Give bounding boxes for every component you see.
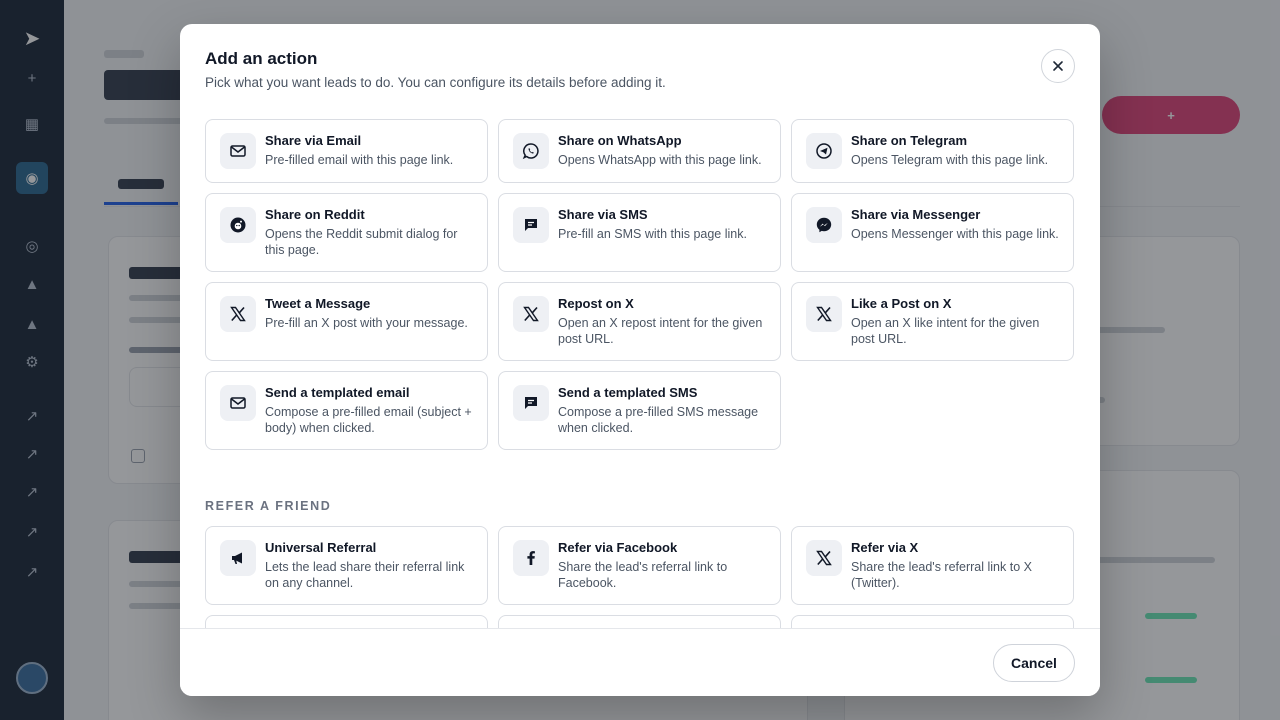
action-card-title: Share via SMS	[558, 207, 648, 222]
action-card-title: Send a templated SMS	[558, 385, 698, 400]
action-card-share-on-telegram[interactable]: Share on Telegram Opens Telegram with thi…	[791, 119, 1074, 183]
action-card-title: Share via Email	[265, 133, 362, 148]
action-card-refer-via-linkedin[interactable]: Refer via LinkedIn	[498, 615, 781, 628]
action-card-refer-via-x[interactable]: Refer via X Share the lead's referral lin…	[791, 526, 1074, 605]
action-card-tweet-a-message[interactable]: Tweet a Message Pre-fill an X post with y…	[205, 282, 488, 361]
mail-icon	[220, 133, 256, 169]
action-card-description: Compose a pre-filled email (subject + bo…	[265, 405, 472, 435]
mail-icon	[220, 385, 256, 421]
action-card-title: Universal Referral	[265, 540, 377, 555]
action-card-description: Lets the lead share their referral link …	[265, 560, 465, 590]
action-card-description: Opens WhatsApp with this page link.	[558, 153, 762, 167]
action-card-title: Share via Messenger	[851, 207, 981, 222]
modal-subtitle: Pick what you want leads to do. You can …	[205, 75, 666, 90]
close-button[interactable]	[1041, 49, 1075, 83]
action-card-send-a-templated-email[interactable]: Send a templated email Compose a pre-fill…	[205, 371, 488, 450]
action-card-description: Share the lead's referral link to X (Twi…	[851, 560, 1032, 590]
action-card-title: Send a templated email	[265, 385, 410, 400]
action-card-universal-referral[interactable]: Universal Referral Lets the lead share th…	[205, 526, 488, 605]
action-card-description: Pre-fill an X post with your message.	[265, 316, 468, 330]
action-card-like-a-post-on-x[interactable]: Like a Post on X Open an X like intent fo…	[791, 282, 1074, 361]
action-card-description: Open an X like intent for the given post…	[851, 316, 1040, 346]
action-card-share-on-reddit[interactable]: Share on Reddit Opens the Reddit submit d…	[205, 193, 488, 272]
action-card-send-a-templated-sms[interactable]: Send a templated SMS Compose a pre-filled…	[498, 371, 781, 450]
close-icon	[1053, 61, 1063, 71]
action-card-description: Compose a pre-filled SMS message when cl…	[558, 405, 759, 435]
action-card-title: Share on Reddit	[265, 207, 365, 222]
messenger-icon	[806, 207, 842, 243]
action-card-description: Pre-filled email with this page link.	[265, 153, 454, 167]
cancel-button[interactable]: Cancel	[993, 644, 1075, 682]
x-icon	[806, 540, 842, 576]
action-card-description: Share the lead's referral link to Facebo…	[558, 560, 728, 590]
action-card-title: Tweet a Message	[265, 296, 371, 311]
action-card-refer-via-email[interactable]: Refer via Email	[205, 615, 488, 628]
action-card-title: Repost on X	[558, 296, 634, 311]
action-card-share-via-sms[interactable]: Share via SMS Pre-fill an SMS with this p…	[498, 193, 781, 272]
action-card-description: Open an X repost intent for the given po…	[558, 316, 763, 346]
action-card-description: Opens the Reddit submit dialog for this …	[265, 227, 458, 257]
modal-footer: Cancel	[180, 628, 1100, 696]
x-icon	[513, 296, 549, 332]
action-card-description: Opens Messenger with this page link.	[851, 227, 1059, 241]
action-card-share-via-messenger[interactable]: Share via Messenger Opens Messenger with …	[791, 193, 1074, 272]
refer-actions-grid: Universal Referral Lets the lead share th…	[205, 526, 1074, 628]
add-action-modal: Add an action Pick what you want leads t…	[180, 24, 1100, 696]
x-icon	[806, 296, 842, 332]
action-card-refer-via-messenger[interactable]: Refer via Messenger	[791, 615, 1074, 628]
megaphone-icon	[220, 540, 256, 576]
action-card-description: Opens Telegram with this page link.	[851, 153, 1049, 167]
action-card-repost-on-x[interactable]: Repost on X Open an X repost intent for t…	[498, 282, 781, 361]
section-label-refer: REFER A FRIEND	[205, 499, 332, 513]
facebook-icon	[513, 540, 549, 576]
share-actions-grid: Share via Email Pre-filled email with thi…	[205, 119, 1074, 450]
sms-icon	[513, 385, 549, 421]
modal-title: Add an action	[205, 49, 318, 68]
action-card-title: Refer via Facebook	[558, 540, 678, 555]
whatsapp-icon	[513, 133, 549, 169]
action-card-share-via-email[interactable]: Share via Email Pre-filled email with thi…	[205, 119, 488, 183]
action-card-share-on-whatsapp[interactable]: Share on WhatsApp Opens WhatsApp with thi…	[498, 119, 781, 183]
action-card-title: Refer via X	[851, 540, 919, 555]
action-card-title: Share on Telegram	[851, 133, 968, 148]
action-card-description: Pre-fill an SMS with this page link.	[558, 227, 747, 241]
action-card-refer-via-facebook[interactable]: Refer via Facebook Share the lead's refer…	[498, 526, 781, 605]
modal-scroll-area[interactable]: Share via Email Pre-filled email with thi…	[180, 118, 1100, 628]
action-card-title: Like a Post on X	[851, 296, 952, 311]
reddit-icon	[220, 207, 256, 243]
x-icon	[220, 296, 256, 332]
action-card-title: Share on WhatsApp	[558, 133, 682, 148]
sms-icon	[513, 207, 549, 243]
telegram-icon	[806, 133, 842, 169]
